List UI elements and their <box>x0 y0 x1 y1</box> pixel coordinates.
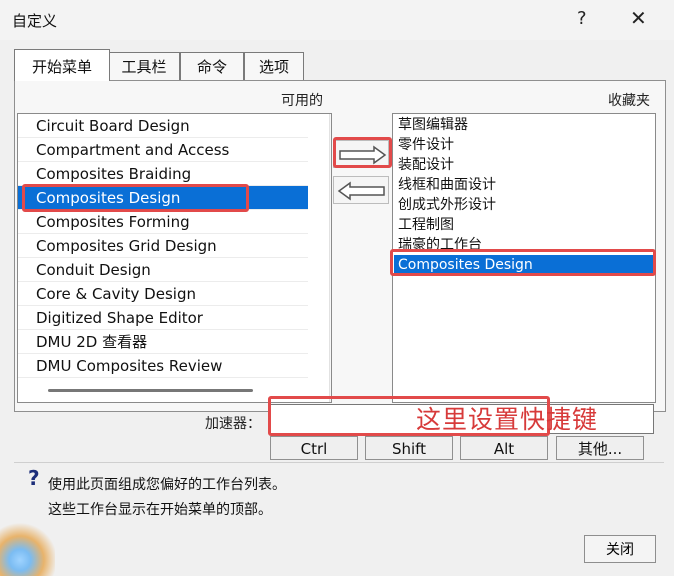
favorite-item[interactable]: 零件设计 <box>398 135 653 155</box>
tab-options[interactable]: 选项 <box>244 52 304 81</box>
list-item[interactable]: Compartment and Access <box>18 138 308 162</box>
shift-button[interactable]: Shift <box>365 436 453 460</box>
ctrl-button[interactable]: Ctrl <box>270 436 358 460</box>
horizontal-scrollbar[interactable] <box>48 389 253 392</box>
favorite-item[interactable]: 装配设计 <box>398 155 653 175</box>
available-workbench-list[interactable]: Circuit Board Design Compartment and Acc… <box>17 113 332 403</box>
favorite-item-highlight <box>390 249 656 276</box>
list-item[interactable]: Composites Grid Design <box>18 234 308 258</box>
remove-from-favorites-button[interactable] <box>333 176 389 204</box>
list-item[interactable]: Core & Cavity Design <box>18 282 308 306</box>
alt-button[interactable]: Alt <box>460 436 548 460</box>
vertical-scrollbar[interactable] <box>329 114 331 402</box>
customize-dialog: 自定义 ? ✕ 开始菜单 工具栏 命令 选项 可用的 收藏夹 Circuit B… <box>0 0 674 576</box>
tab-toolbars[interactable]: 工具栏 <box>108 52 180 81</box>
shortcut-annotation: 这里设置快捷键 <box>416 405 599 434</box>
list-item[interactable]: DMU Composites Review <box>18 354 308 378</box>
question-icon: ? <box>28 466 40 490</box>
help-line-2: 这些工作台显示在开始菜单的顶部。 <box>48 502 272 518</box>
arrow-left-icon <box>337 181 385 201</box>
available-label: 可用的 <box>281 93 323 109</box>
other-button[interactable]: 其他... <box>556 436 644 460</box>
background-graphic <box>0 520 55 576</box>
accelerator-label: 加速器： <box>205 416 261 432</box>
close-icon[interactable]: ✕ <box>630 6 647 30</box>
list-item[interactable]: Digitized Shape Editor <box>18 306 308 330</box>
add-button-highlight <box>333 137 392 168</box>
list-item[interactable]: Composites Forming <box>18 210 308 234</box>
selected-item-highlight <box>22 184 249 212</box>
dialog-title: 自定义 <box>12 12 58 30</box>
favorite-item[interactable]: 线框和曲面设计 <box>398 175 653 195</box>
list-item[interactable]: Conduit Design <box>18 258 308 282</box>
favorite-item[interactable]: 工程制图 <box>398 215 653 235</box>
help-button[interactable]: ? <box>577 8 587 29</box>
favorites-label: 收藏夹 <box>608 93 650 109</box>
tab-commands[interactable]: 命令 <box>180 52 244 81</box>
tab-start-menu[interactable]: 开始菜单 <box>14 49 110 81</box>
help-line-1: 使用此页面组成您偏好的工作台列表。 <box>48 477 286 493</box>
favorite-item[interactable]: 创成式外形设计 <box>398 195 653 215</box>
list-item[interactable]: Circuit Board Design <box>18 114 308 138</box>
list-item[interactable]: DMU 2D 查看器 <box>18 330 308 354</box>
title-bar: 自定义 ? ✕ <box>0 0 674 40</box>
close-dialog-button[interactable]: 关闭 <box>584 535 656 563</box>
list-item[interactable]: Composites Braiding <box>18 162 308 186</box>
favorite-item[interactable]: 草图编辑器 <box>398 115 653 135</box>
